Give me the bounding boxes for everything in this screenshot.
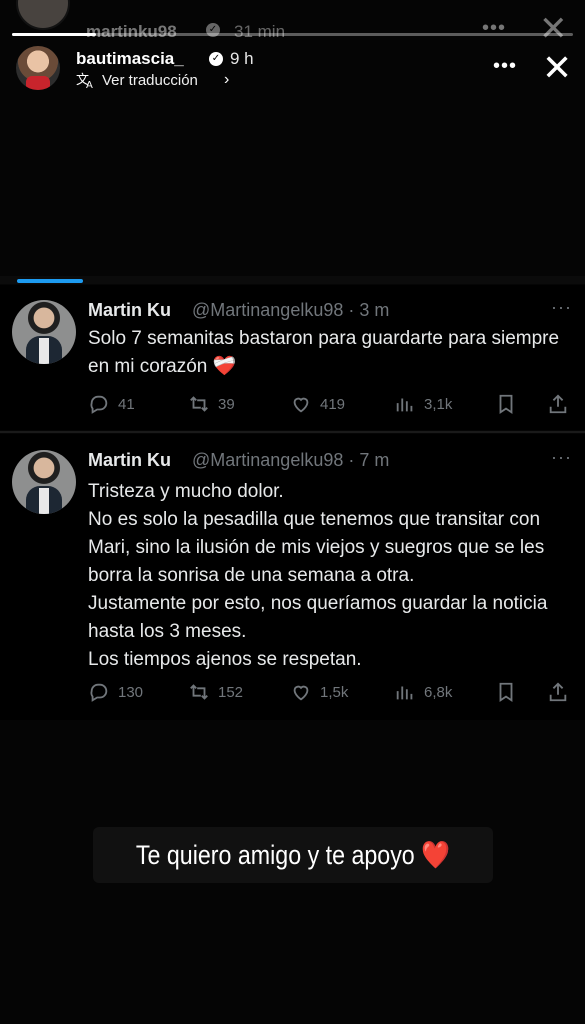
translate-link[interactable]: Ver traducción bbox=[102, 72, 198, 89]
more-icon[interactable]: ••• bbox=[493, 55, 517, 78]
reply-button[interactable]: 130 bbox=[88, 681, 143, 703]
views-button[interactable]: 3,1k bbox=[394, 393, 452, 415]
tweet-author-name[interactable]: Martin Ku bbox=[88, 450, 171, 471]
translate-icon: 文 A bbox=[76, 73, 93, 89]
share-icon bbox=[549, 682, 567, 702]
more-icon[interactable]: ··· bbox=[551, 447, 572, 468]
views-icon bbox=[396, 398, 413, 412]
share-button[interactable] bbox=[547, 681, 569, 703]
tweet-handle: @Martinangelku98 · 7 m bbox=[192, 450, 390, 470]
reply-icon bbox=[90, 683, 108, 702]
views-icon bbox=[396, 686, 413, 700]
like-count: 1,5k bbox=[320, 683, 349, 701]
retweet-icon bbox=[190, 684, 208, 700]
views-count: 3,1k bbox=[424, 395, 453, 413]
svg-text:A: A bbox=[86, 80, 93, 89]
divider bbox=[0, 431, 585, 433]
tweet-handle: @Martinangelku98 · 3 m bbox=[192, 300, 390, 320]
share-icon bbox=[549, 394, 567, 414]
bookmark-button[interactable] bbox=[495, 393, 517, 415]
tweet[interactable]: Martin Ku @Martinangelku98 · 3 m ··· Sol… bbox=[0, 285, 585, 430]
close-icon[interactable]: ✕ bbox=[542, 50, 572, 86]
reply-icon bbox=[90, 395, 108, 414]
previous-story-username[interactable]: martinku98 bbox=[86, 22, 177, 42]
story-header: bautimascia_ ✓ 9 h 文 A Ver traducción › … bbox=[0, 40, 585, 100]
reply-button[interactable]: 41 bbox=[88, 393, 135, 415]
tab-strip bbox=[0, 276, 585, 284]
like-button[interactable]: 1,5k bbox=[290, 681, 348, 703]
retweet-button[interactable]: 39 bbox=[188, 393, 235, 415]
story-progress-bar bbox=[12, 33, 573, 36]
caption-text: Te quiero amigo y te apoyo ❤️ bbox=[135, 840, 451, 870]
like-icon bbox=[293, 685, 309, 701]
more-icon[interactable]: ••• bbox=[482, 17, 506, 40]
previous-story-time: 31 min bbox=[234, 22, 286, 41]
retweet-count: 39 bbox=[218, 395, 235, 413]
views-button[interactable]: 6,8k bbox=[394, 681, 452, 703]
bookmark-icon bbox=[499, 394, 513, 414]
verified-icon: ✓ bbox=[209, 52, 223, 66]
caption-box: Te quiero amigo y te apoyo ❤️ bbox=[93, 827, 493, 883]
chevron-right-icon[interactable]: › bbox=[224, 71, 229, 89]
retweet-icon bbox=[190, 396, 208, 412]
like-icon bbox=[293, 397, 309, 413]
retweet-button[interactable]: 152 bbox=[188, 681, 243, 703]
bookmark-icon bbox=[499, 682, 513, 702]
avatar[interactable] bbox=[16, 46, 60, 90]
story-username[interactable]: bautimascia_ bbox=[76, 49, 184, 69]
tweet[interactable]: Martin Ku @Martinangelku98 · 7 m ··· Tri… bbox=[0, 434, 585, 720]
previous-story-avatar[interactable] bbox=[16, 0, 70, 30]
retweet-count: 152 bbox=[218, 683, 244, 701]
avatar[interactable] bbox=[12, 450, 76, 514]
tab-indicator bbox=[17, 279, 83, 283]
story-progress-fill bbox=[12, 33, 97, 36]
bookmark-button[interactable] bbox=[495, 681, 517, 703]
like-button[interactable]: 419 bbox=[290, 393, 345, 415]
more-icon[interactable]: ··· bbox=[551, 297, 572, 318]
reply-count: 130 bbox=[118, 683, 144, 701]
story-time: 9 h bbox=[230, 49, 254, 68]
tweet-author-name[interactable]: Martin Ku bbox=[88, 300, 171, 321]
tweet-text: Solo 7 semanitas bastaron para guardarte… bbox=[88, 328, 560, 377]
avatar[interactable] bbox=[12, 300, 76, 364]
reply-count: 41 bbox=[118, 395, 135, 413]
tweet-text: Tristeza y mucho dolor. No es solo la pe… bbox=[88, 481, 548, 670]
like-count: 419 bbox=[320, 395, 346, 413]
share-button[interactable] bbox=[547, 393, 569, 415]
views-count: 6,8k bbox=[424, 683, 453, 701]
